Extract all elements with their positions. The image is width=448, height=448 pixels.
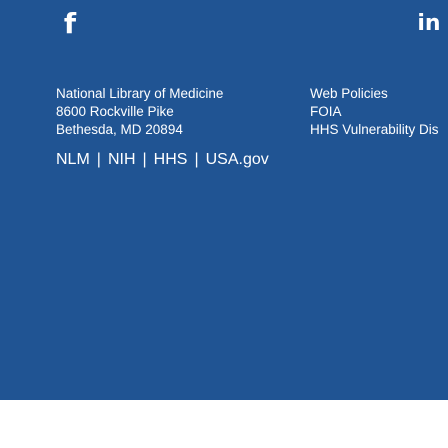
nlm-link[interactable]: NLM (56, 151, 90, 168)
agency-links: NLM | NIH | HHS | USA.gov (56, 149, 448, 171)
address-line-2: 8600 Rockville Pike (56, 104, 174, 119)
policy-links: Web Policies FOIA HHS Vulnerability Dis (310, 85, 439, 139)
site-footer: f in National Library of Medicine 8600 R… (0, 0, 448, 400)
address-line-3: Bethesda, MD 20894 (56, 122, 183, 137)
hhs-link[interactable]: HHS (154, 151, 188, 168)
separator: | (194, 151, 199, 168)
hhs-vulnerability-link[interactable]: HHS Vulnerability Dis (310, 121, 439, 139)
address-line-1: National Library of Medicine (56, 86, 224, 101)
social-links: f in (0, 0, 448, 48)
linkedin-icon[interactable]: in (414, 10, 444, 36)
usa-gov-link[interactable]: USA.gov (206, 151, 269, 168)
separator: | (142, 151, 147, 168)
nih-link[interactable]: NIH (108, 151, 136, 168)
address-block: National Library of Medicine 8600 Rockvi… (56, 85, 223, 139)
facebook-icon[interactable]: f (62, 7, 78, 40)
web-policies-link[interactable]: Web Policies (310, 85, 439, 103)
separator: | (96, 151, 101, 168)
foia-link[interactable]: FOIA (310, 103, 439, 121)
